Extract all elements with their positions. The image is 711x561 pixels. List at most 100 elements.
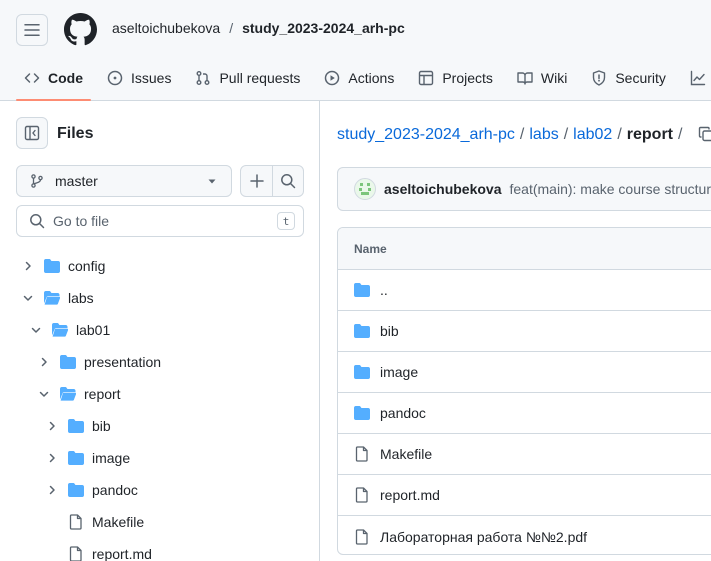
- tree-item-presentation[interactable]: presentation: [36, 346, 161, 378]
- tab-label: Actions: [348, 70, 395, 86]
- commit-message[interactable]: feat(main): make course structure: [510, 181, 711, 197]
- search-code-button[interactable]: [272, 165, 304, 197]
- expand-toggle[interactable]: [44, 418, 60, 434]
- repo-owner-link[interactable]: aseltoichubekova: [112, 20, 220, 36]
- path-link-1[interactable]: labs: [529, 126, 558, 144]
- tree-item-config[interactable]: config: [20, 250, 105, 282]
- expand-toggle[interactable]: [36, 354, 52, 370]
- file-name-link[interactable]: image: [380, 364, 418, 380]
- plus-icon: [249, 174, 264, 188]
- path-separator: /: [563, 126, 569, 143]
- path-current: report: [626, 126, 674, 143]
- file-name-link[interactable]: Makefile: [380, 446, 432, 462]
- tree-item-report-md[interactable]: report.md: [44, 538, 152, 561]
- table-row[interactable]: Лабораторная работа №№2.pdf: [338, 516, 711, 554]
- path-separator: /: [519, 126, 525, 143]
- tab-issues[interactable]: Issues: [99, 60, 179, 96]
- repo-name-link[interactable]: study_2023-2024_arh-pc: [242, 20, 405, 36]
- search-icon: [281, 174, 296, 189]
- copy-path-icon[interactable]: [698, 126, 711, 142]
- tree-item-bib[interactable]: bib: [44, 410, 111, 442]
- folder-icon-wrap: [354, 405, 370, 421]
- tree-item-label: image: [92, 450, 131, 466]
- chevron-right-icon: [49, 453, 55, 463]
- tab-security[interactable]: Security: [583, 60, 674, 96]
- tree-item-pandoc[interactable]: pandoc: [44, 474, 138, 506]
- tree-item-label: pandoc: [92, 482, 138, 498]
- chevron-right-icon: [41, 357, 47, 367]
- tab-code[interactable]: Code: [16, 60, 91, 101]
- collapse-sidebar-button[interactable]: [16, 117, 48, 149]
- repo-breadcrumb: aseltoichubekova / study_2023-2024_arh-p…: [112, 20, 405, 36]
- branch-name: master: [55, 173, 98, 189]
- file-icon: [355, 487, 368, 503]
- folder-icon-wrap: [68, 450, 84, 466]
- file-name-link[interactable]: Лабораторная работа №№2.pdf: [380, 529, 587, 545]
- expand-toggle[interactable]: [44, 482, 60, 498]
- expand-toggle[interactable]: [20, 290, 36, 306]
- table-row[interactable]: bib: [338, 311, 711, 352]
- tree-item-label: Makefile: [92, 514, 145, 530]
- file-name-link[interactable]: bib: [380, 323, 399, 339]
- folder-icon: [68, 419, 84, 433]
- commit-author[interactable]: aseltoichubekova: [384, 181, 502, 197]
- tree-item-makefile[interactable]: Makefile: [44, 506, 144, 538]
- expand-toggle[interactable]: [20, 258, 36, 274]
- tree-item-label: lab01: [76, 322, 111, 338]
- caret-down-icon: [208, 179, 216, 184]
- graph-icon: [690, 70, 706, 86]
- tree-item-label: presentation: [84, 354, 162, 370]
- tab-actions[interactable]: Actions: [316, 60, 402, 96]
- folder-open-icon: [60, 387, 76, 401]
- tab-projects[interactable]: Projects: [410, 60, 501, 96]
- folder-icon-wrap: [354, 323, 370, 339]
- file-name-link[interactable]: ..: [380, 282, 388, 298]
- table-row[interactable]: pandoc: [338, 393, 711, 434]
- table-row[interactable]: image: [338, 352, 711, 393]
- path-separator: /: [678, 126, 683, 143]
- folder-icon: [354, 406, 370, 420]
- folder-icon-wrap: [68, 418, 84, 434]
- table-row[interactable]: ..: [338, 270, 711, 311]
- expand-toggle[interactable]: [28, 322, 44, 338]
- menu-button[interactable]: [16, 14, 48, 46]
- keyboard-shortcut-badge: t: [277, 212, 295, 230]
- folder-icon: [68, 451, 84, 465]
- expand-toggle[interactable]: [44, 450, 60, 466]
- sidebar-collapse-icon: [24, 125, 40, 141]
- tab-pull-requests[interactable]: Pull requests: [187, 60, 308, 96]
- shield-icon: [593, 70, 606, 86]
- path-link-2[interactable]: lab02: [573, 126, 612, 144]
- tab-label: Security: [615, 70, 666, 86]
- table-header: Name: [338, 228, 711, 270]
- folder-icon-wrap: [44, 290, 60, 306]
- play-icon: [325, 70, 340, 86]
- tab-label: Pull requests: [219, 70, 301, 86]
- table-row[interactable]: report.md: [338, 475, 711, 516]
- tree-item-labs[interactable]: labs: [20, 282, 94, 314]
- avatar[interactable]: [354, 178, 376, 200]
- tree-item-image[interactable]: image: [44, 442, 130, 474]
- table-row[interactable]: Makefile: [338, 434, 711, 475]
- tree-item-lab01[interactable]: lab01: [28, 314, 110, 346]
- tree-item-label: report: [84, 386, 121, 402]
- tab-insights[interactable]: [682, 60, 711, 96]
- folder-icon-wrap: [354, 364, 370, 380]
- branch-selector[interactable]: master: [16, 165, 232, 197]
- add-file-button[interactable]: [240, 165, 273, 197]
- tree-item-report[interactable]: report: [36, 378, 121, 410]
- file-icon: [355, 446, 368, 462]
- file-name-link[interactable]: pandoc: [380, 405, 426, 421]
- latest-commit-bar: aseltoichubekova feat(main): make course…: [337, 167, 711, 211]
- folder-icon-wrap: [354, 282, 370, 298]
- file-name-link[interactable]: report.md: [380, 487, 440, 503]
- hamburger-icon: [24, 24, 40, 36]
- go-to-file-input[interactable]: Go to file t: [16, 205, 304, 237]
- path-link-0[interactable]: study_2023-2024_arh-pc: [337, 126, 515, 144]
- expand-toggle[interactable]: [36, 386, 52, 402]
- table-body: .. bib image pandoc Makefile report.md Лаборат…: [338, 270, 711, 554]
- tab-wiki[interactable]: Wiki: [509, 60, 575, 96]
- github-logo-icon[interactable]: [64, 13, 97, 46]
